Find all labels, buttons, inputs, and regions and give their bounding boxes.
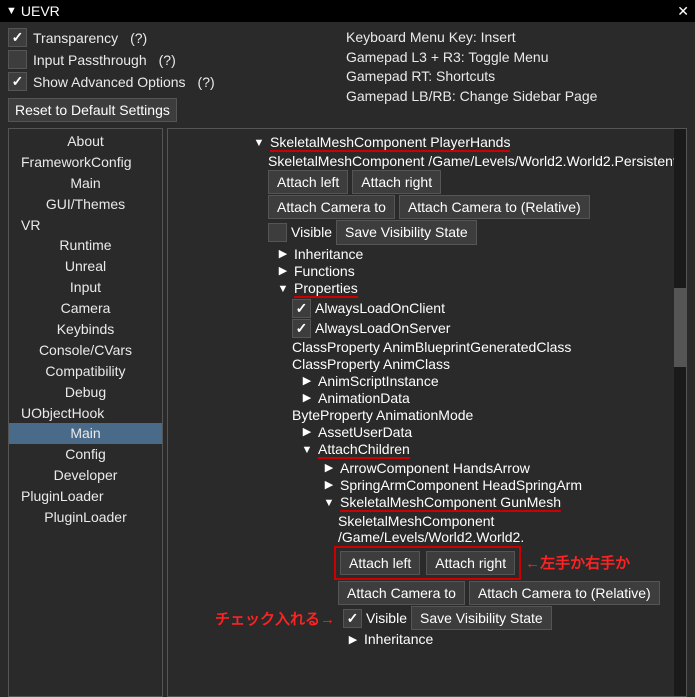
hint-gamepad-rt: Gamepad RT: Shortcuts xyxy=(346,67,687,87)
prop-byte-anim: ByteProperty AnimationMode xyxy=(292,407,473,423)
annotation-lr: ←左手か右手か xyxy=(525,552,630,573)
tree-arrow-comp[interactable]: ArrowComponent HandsArrow xyxy=(340,460,530,476)
hint-gamepad-lbrb: Gamepad LB/RB: Change Sidebar Page xyxy=(346,87,687,107)
tree-attach-children[interactable]: AttachChildren xyxy=(318,441,410,459)
tree-asset-user[interactable]: AssetUserData xyxy=(318,424,412,440)
always-client-checkbox[interactable] xyxy=(292,299,311,318)
gun-attach-camera-button[interactable]: Attach Camera to xyxy=(338,581,465,605)
visible-checkbox[interactable] xyxy=(268,223,287,242)
help-icon[interactable]: (?) xyxy=(130,30,147,46)
sidebar-item-gui-themes[interactable]: GUI/Themes xyxy=(9,194,162,215)
prop-class-anim: ClassProperty AnimClass xyxy=(292,356,450,372)
sidebar-item-camera[interactable]: Camera xyxy=(9,298,162,319)
sidebar-item-input[interactable]: Input xyxy=(9,277,162,298)
tree-anim-data[interactable]: AnimationData xyxy=(318,390,410,406)
window-title: UEVR xyxy=(21,3,677,19)
tree-header-playerhands[interactable]: SkeletalMeshComponent PlayerHands xyxy=(270,134,510,152)
attach-right-button[interactable]: Attach right xyxy=(352,170,441,194)
gun-visible-label: Visible xyxy=(366,610,407,626)
attach-camera-button[interactable]: Attach Camera to xyxy=(268,195,395,219)
sidebar-item-runtime[interactable]: Runtime xyxy=(9,235,162,256)
expand-arrow[interactable]: ▼ xyxy=(276,283,290,295)
expand-arrow[interactable]: ▶ xyxy=(322,478,336,491)
tree-spring-arm[interactable]: SpringArmComponent HeadSpringArm xyxy=(340,477,582,493)
save-visibility-button[interactable]: Save Visibility State xyxy=(336,220,477,244)
show-advanced-checkbox[interactable] xyxy=(8,72,27,91)
sidebar-item-debug[interactable]: Debug xyxy=(9,382,162,403)
sidebar-item-pluginloader-2[interactable]: PluginLoader xyxy=(9,507,162,528)
attach-camera-rel-button[interactable]: Attach Camera to (Relative) xyxy=(399,195,590,219)
gun-visible-checkbox[interactable] xyxy=(343,609,362,628)
tree-gun-mesh[interactable]: SkeletalMeshComponent GunMesh xyxy=(340,494,561,512)
always-server-label: AlwaysLoadOnServer xyxy=(315,320,450,336)
hint-gamepad-l3r3: Gamepad L3 + R3: Toggle Menu xyxy=(346,48,687,68)
sidebar-item-main-2[interactable]: Main xyxy=(9,423,162,444)
always-client-label: AlwaysLoadOnClient xyxy=(315,300,445,316)
tree-anim-script[interactable]: AnimScriptInstance xyxy=(318,373,439,389)
expand-arrow[interactable]: ▶ xyxy=(276,264,290,277)
transparency-label: Transparency xyxy=(33,30,118,46)
sidebar-item-compatibility[interactable]: Compatibility xyxy=(9,361,162,382)
gun-attach-left-button[interactable]: Attach left xyxy=(340,551,420,575)
expand-arrow[interactable]: ▶ xyxy=(322,461,336,474)
content-panel: ▼ SkeletalMeshComponent PlayerHands Skel… xyxy=(167,128,687,697)
input-passthrough-label: Input Passthrough xyxy=(33,52,147,68)
prop-class-anim-bp: ClassProperty AnimBlueprintGeneratedClas… xyxy=(292,339,571,355)
input-passthrough-checkbox[interactable] xyxy=(8,50,27,69)
transparency-checkbox[interactable] xyxy=(8,28,27,47)
gun-attach-right-button[interactable]: Attach right xyxy=(426,551,515,575)
sidebar-item-keybinds[interactable]: Keybinds xyxy=(9,319,162,340)
gun-attach-camera-rel-button[interactable]: Attach Camera to (Relative) xyxy=(469,581,660,605)
expand-arrow[interactable]: ▼ xyxy=(252,137,266,149)
gun-path: SkeletalMeshComponent /Game/Levels/World… xyxy=(338,513,680,545)
help-icon[interactable]: (?) xyxy=(159,52,176,68)
show-advanced-label: Show Advanced Options xyxy=(33,74,186,90)
tree-functions[interactable]: Functions xyxy=(294,263,355,279)
close-icon[interactable]: ✕ xyxy=(677,3,689,20)
sidebar-item-main[interactable]: Main xyxy=(9,173,162,194)
sidebar: About FrameworkConfig Main GUI/Themes VR… xyxy=(8,128,163,697)
path-label: SkeletalMeshComponent /Game/Levels/World… xyxy=(268,153,677,169)
annotation-box: Attach left Attach right xyxy=(334,546,521,580)
hint-keyboard: Keyboard Menu Key: Insert xyxy=(346,28,687,48)
sidebar-item-pluginloader[interactable]: PluginLoader xyxy=(9,486,162,507)
sidebar-item-about[interactable]: About xyxy=(9,131,162,152)
sidebar-item-vr[interactable]: VR xyxy=(9,215,162,236)
scrollbar-track[interactable] xyxy=(674,129,686,696)
sidebar-item-uobjecthook[interactable]: UObjectHook xyxy=(9,403,162,424)
expand-arrow[interactable]: ▶ xyxy=(346,633,360,646)
expand-arrow[interactable]: ▼ xyxy=(322,497,336,509)
always-server-checkbox[interactable] xyxy=(292,319,311,338)
gun-save-visibility-button[interactable]: Save Visibility State xyxy=(411,606,552,630)
tree-properties[interactable]: Properties xyxy=(294,280,358,298)
sidebar-item-developer[interactable]: Developer xyxy=(9,465,162,486)
expand-arrow[interactable]: ▶ xyxy=(300,374,314,387)
expand-arrow[interactable]: ▶ xyxy=(300,425,314,438)
attach-left-button[interactable]: Attach left xyxy=(268,170,348,194)
tree-inheritance[interactable]: Inheritance xyxy=(294,246,363,262)
gun-tree-inheritance[interactable]: Inheritance xyxy=(364,631,433,647)
reset-button[interactable]: Reset to Default Settings xyxy=(8,98,177,122)
help-icon[interactable]: (?) xyxy=(198,74,215,90)
sidebar-item-config[interactable]: Config xyxy=(9,444,162,465)
sidebar-item-frameworkconfig[interactable]: FrameworkConfig xyxy=(9,152,162,173)
expand-arrow[interactable]: ▶ xyxy=(300,391,314,404)
sidebar-item-console-cvars[interactable]: Console/CVars xyxy=(9,340,162,361)
expand-arrow[interactable]: ▶ xyxy=(276,247,290,260)
annotation-check: チェック入れる→ xyxy=(167,608,335,629)
titlebar-arrow[interactable]: ▼ xyxy=(6,5,17,17)
visible-label: Visible xyxy=(291,224,332,240)
scrollbar-thumb[interactable] xyxy=(674,288,686,367)
expand-arrow[interactable]: ▼ xyxy=(300,444,314,456)
sidebar-item-unreal[interactable]: Unreal xyxy=(9,256,162,277)
